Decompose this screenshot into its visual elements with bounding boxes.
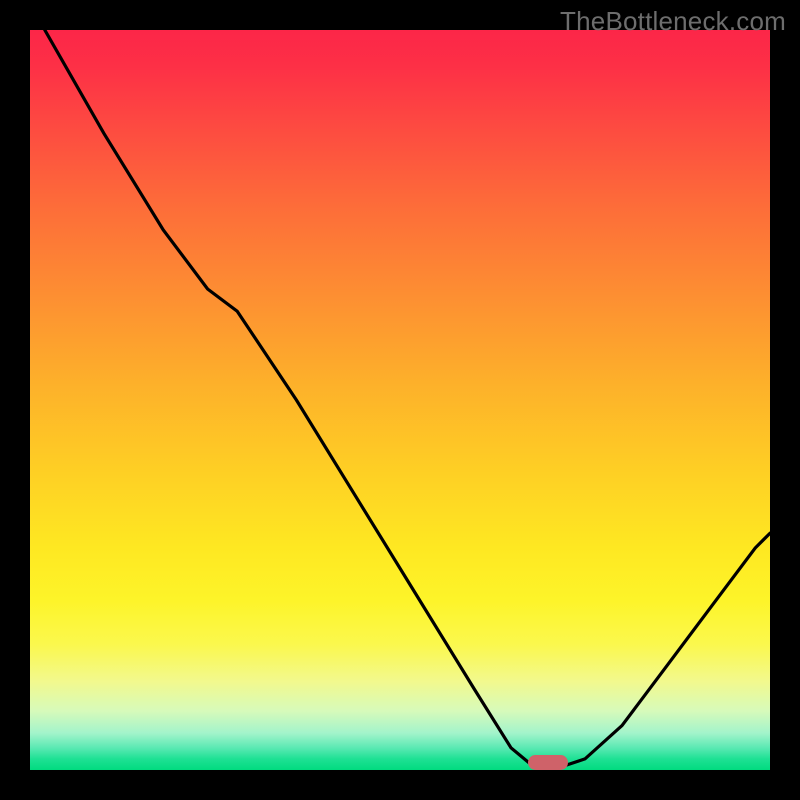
plot-area: [30, 30, 770, 770]
curve-line: [30, 30, 770, 770]
optimal-marker: [528, 755, 568, 770]
watermark-text: TheBottleneck.com: [560, 6, 786, 37]
